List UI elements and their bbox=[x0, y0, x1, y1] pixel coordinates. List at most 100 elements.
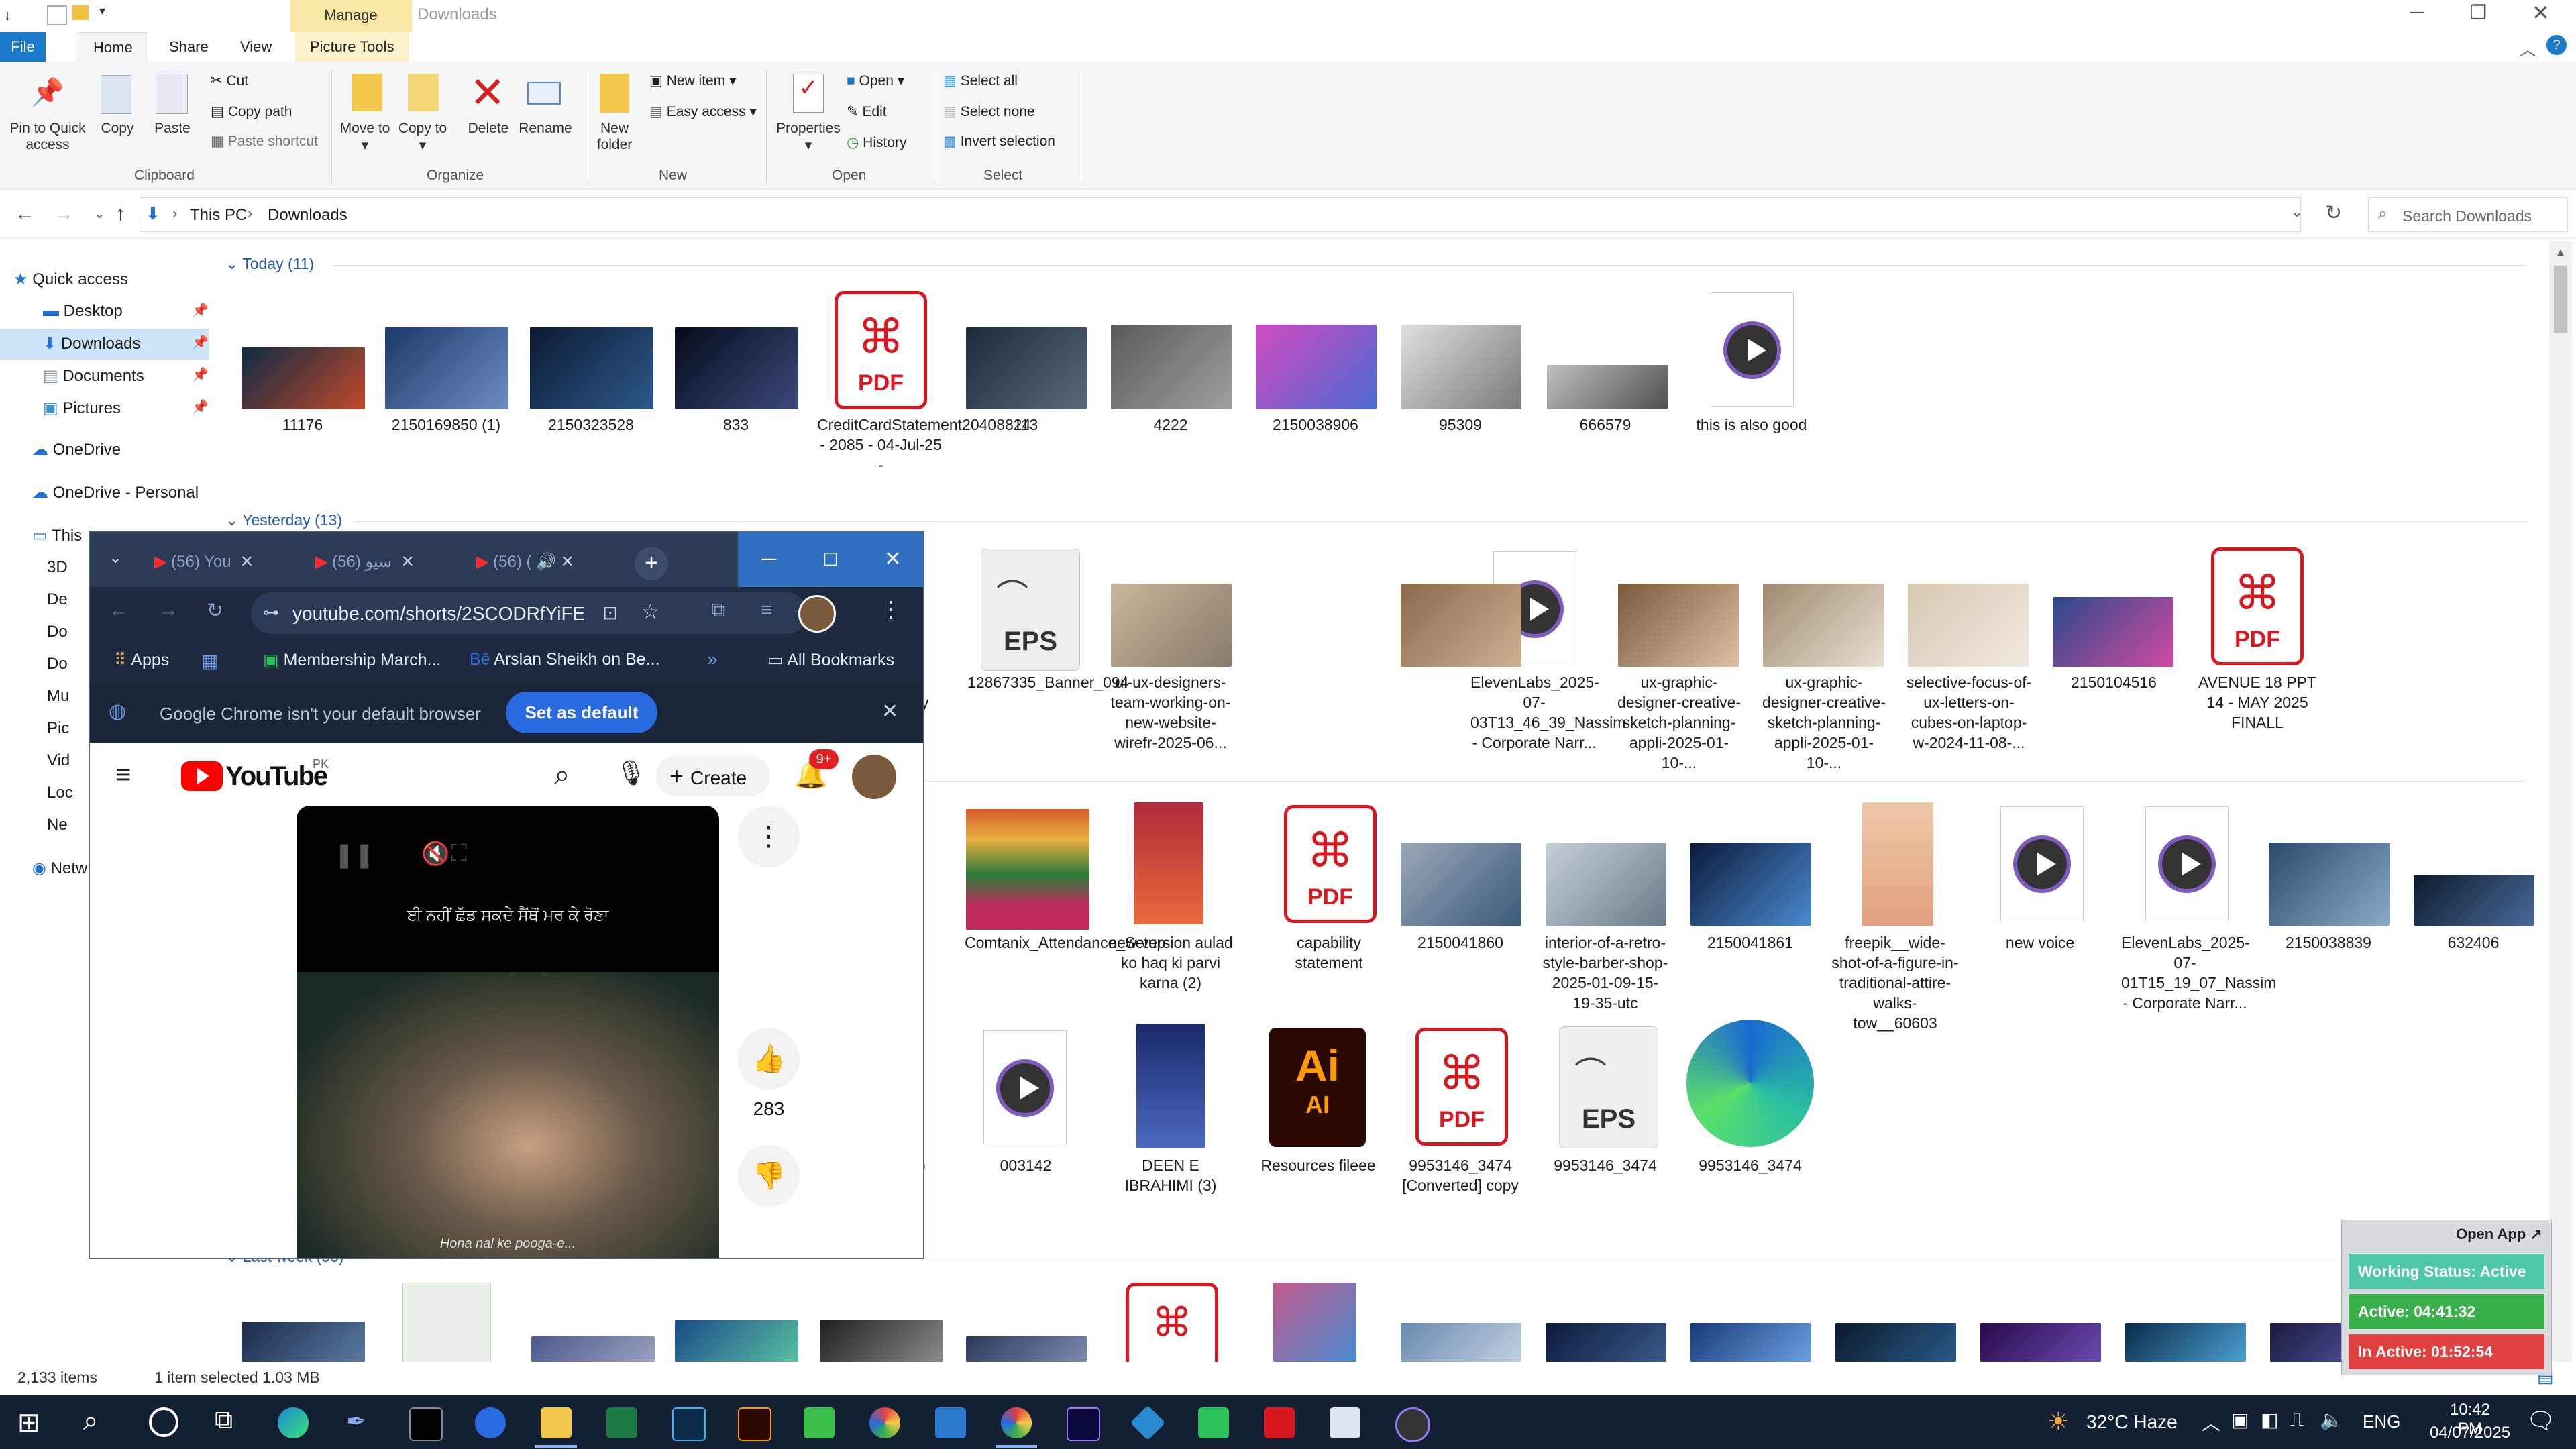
profile-avatar[interactable] bbox=[798, 595, 836, 633]
all-bookmarks[interactable]: ▭ All Bookmarks bbox=[767, 650, 894, 670]
image-thumbnail[interactable] bbox=[531, 1336, 655, 1362]
nav-onedrive[interactable]: ☁ OneDrive bbox=[32, 440, 121, 460]
edge-icon[interactable] bbox=[278, 1407, 309, 1438]
new-tab-button[interactable]: + bbox=[635, 547, 668, 580]
pause-icon[interactable]: ❚❚ bbox=[334, 841, 374, 869]
acrobat-icon[interactable] bbox=[1264, 1407, 1295, 1438]
back-button[interactable]: ← bbox=[109, 599, 129, 622]
invert-selection-button[interactable]: ▦ Invert selection bbox=[943, 133, 1055, 150]
move-to-button[interactable]: Move to ▾ bbox=[339, 121, 390, 154]
weather-text[interactable]: 32°C Haze bbox=[2086, 1411, 2178, 1433]
image-thumbnail[interactable] bbox=[820, 1320, 943, 1362]
image-thumbnail[interactable] bbox=[1618, 584, 1739, 667]
easy-access-button[interactable]: ▤ Easy access ▾ bbox=[649, 103, 757, 120]
like-button[interactable]: 👍 bbox=[738, 1028, 800, 1090]
forward-button[interactable]: → bbox=[54, 203, 74, 225]
set-default-button[interactable]: Set as default bbox=[506, 692, 657, 733]
image-thumbnail[interactable] bbox=[1862, 802, 1933, 926]
image-thumbnail[interactable] bbox=[2269, 843, 2390, 926]
minimize-button[interactable]: ─ bbox=[2410, 1, 2424, 24]
chrome-minimize-button[interactable]: ─ bbox=[738, 532, 800, 587]
chrome-icon[interactable] bbox=[869, 1407, 900, 1438]
media-controls-icon[interactable]: ≡ bbox=[761, 599, 773, 622]
quick-access-down-icon[interactable]: ↓ bbox=[4, 7, 20, 23]
reload-button[interactable]: ↻ bbox=[207, 599, 223, 623]
nav-documents-pc[interactable]: Do bbox=[47, 623, 68, 641]
select-all-button[interactable]: ▦ Select all bbox=[943, 72, 1018, 89]
tab-file[interactable]: File bbox=[0, 32, 46, 62]
image-thumbnail[interactable] bbox=[385, 327, 508, 409]
task-view-icon[interactable]: ⧉ bbox=[215, 1406, 233, 1435]
archive-file-icon[interactable] bbox=[966, 809, 1089, 930]
youtube-logo-icon[interactable] bbox=[181, 761, 223, 791]
youtube-avatar[interactable] bbox=[852, 755, 896, 799]
nav-quick-access[interactable]: ★ Quick access bbox=[13, 270, 128, 289]
nav-pictures-pc[interactable]: Pic bbox=[47, 719, 69, 738]
create-button[interactable]: + Create bbox=[656, 756, 770, 796]
image-thumbnail[interactable] bbox=[1980, 1323, 2101, 1362]
image-thumbnail[interactable] bbox=[1908, 584, 2029, 667]
nav-desktop-pc[interactable]: De bbox=[47, 590, 68, 609]
image-thumbnail[interactable] bbox=[1111, 584, 1232, 667]
phone-app-icon[interactable] bbox=[804, 1407, 835, 1438]
eps-file-icon[interactable]: ⌒ EPS bbox=[1559, 1026, 1658, 1148]
nav-downloads[interactable]: ⬇ Downloads bbox=[43, 334, 141, 354]
nav-onedrive-personal[interactable]: ☁ OneDrive - Personal bbox=[32, 483, 199, 502]
customize-toolbar-icon[interactable]: ▾ bbox=[99, 4, 105, 18]
search-icon[interactable]: ⌕ bbox=[83, 1406, 98, 1436]
copy-path-button[interactable]: ▤ Copy path bbox=[211, 103, 292, 120]
image-thumbnail[interactable] bbox=[2125, 1323, 2246, 1362]
delete-button[interactable]: Delete bbox=[460, 121, 517, 137]
extensions-icon[interactable]: ⧉ bbox=[711, 599, 725, 622]
image-thumbnail[interactable] bbox=[966, 327, 1087, 409]
nav-documents[interactable]: ▤ Documents bbox=[43, 366, 144, 386]
tab-search-icon[interactable]: ⌄ bbox=[109, 548, 122, 568]
image-thumbnail[interactable] bbox=[402, 1283, 491, 1363]
media-file-icon[interactable] bbox=[983, 1030, 1067, 1144]
microphone-icon[interactable]: 🎙 bbox=[616, 759, 647, 787]
recent-locations-icon[interactable]: ⌄ bbox=[94, 205, 105, 222]
more-options-icon[interactable]: ⋮ bbox=[738, 806, 800, 867]
search-box[interactable]: ⌕ Search Downloads bbox=[2368, 197, 2568, 232]
weather-icon[interactable]: ☀ bbox=[2047, 1407, 2069, 1436]
image-thumbnail[interactable] bbox=[1401, 584, 1521, 667]
chrome-tab-1[interactable]: ▶ (56) You ✕ bbox=[154, 544, 254, 580]
chrome-tab-3[interactable]: ▶ (56) ( 🔊 ✕ bbox=[476, 544, 574, 580]
image-thumbnail[interactable] bbox=[966, 1336, 1087, 1362]
breadcrumb-downloads[interactable]: Downloads bbox=[268, 206, 347, 225]
image-thumbnail[interactable] bbox=[1401, 325, 1521, 409]
copy-button[interactable]: Copy bbox=[94, 121, 141, 137]
image-thumbnail[interactable] bbox=[1835, 1323, 1956, 1362]
image-thumbnail[interactable] bbox=[1401, 1323, 1521, 1362]
site-info-icon[interactable]: ⊶ bbox=[263, 603, 279, 623]
nav-new-volume[interactable]: Ne bbox=[47, 816, 68, 835]
excel-icon[interactable] bbox=[606, 1407, 637, 1438]
illustrator-file-icon[interactable]: Ai AI bbox=[1269, 1028, 1366, 1147]
install-app-icon[interactable]: ⊡ bbox=[602, 602, 618, 624]
audio-playing-icon[interactable]: 🔊 bbox=[536, 553, 556, 571]
group-header-yesterday[interactable]: ⌄ Yesterday (13) bbox=[225, 511, 342, 529]
app-icon[interactable] bbox=[1198, 1407, 1229, 1438]
help-icon[interactable]: ? bbox=[2546, 35, 2567, 55]
forward-button[interactable]: → bbox=[158, 599, 178, 622]
search-icon[interactable]: ⌕ bbox=[554, 759, 570, 792]
image-thumbnail[interactable] bbox=[1111, 325, 1232, 409]
bookmark-membership[interactable]: ▣ Membership March... bbox=[263, 650, 441, 670]
close-tab-icon[interactable]: ✕ bbox=[240, 553, 254, 571]
app-icon[interactable] bbox=[1130, 1405, 1166, 1441]
vscode-icon[interactable] bbox=[935, 1407, 966, 1438]
screen-icon[interactable]: ◧ bbox=[2261, 1409, 2278, 1431]
bookmark-apps[interactable]: ⠿ Apps bbox=[114, 650, 169, 670]
fullscreen-icon[interactable]: ⛶ bbox=[451, 841, 467, 867]
volume-icon[interactable]: 🔇 bbox=[421, 841, 449, 867]
chrome-profile-icon[interactable] bbox=[1001, 1407, 1032, 1438]
image-thumbnail[interactable] bbox=[1690, 1323, 1811, 1362]
chrome-close-button[interactable]: ✕ bbox=[861, 532, 923, 587]
close-tab-icon[interactable]: ✕ bbox=[561, 553, 574, 571]
meet-now-icon[interactable]: ▣ bbox=[2231, 1409, 2249, 1431]
media-file-icon[interactable] bbox=[1711, 292, 1794, 407]
clock-date[interactable]: 04/07/2025 bbox=[2423, 1424, 2517, 1442]
input-language[interactable]: ENG bbox=[2363, 1411, 2400, 1432]
cortana-icon[interactable] bbox=[149, 1407, 178, 1437]
folder-icon[interactable] bbox=[72, 5, 89, 20]
